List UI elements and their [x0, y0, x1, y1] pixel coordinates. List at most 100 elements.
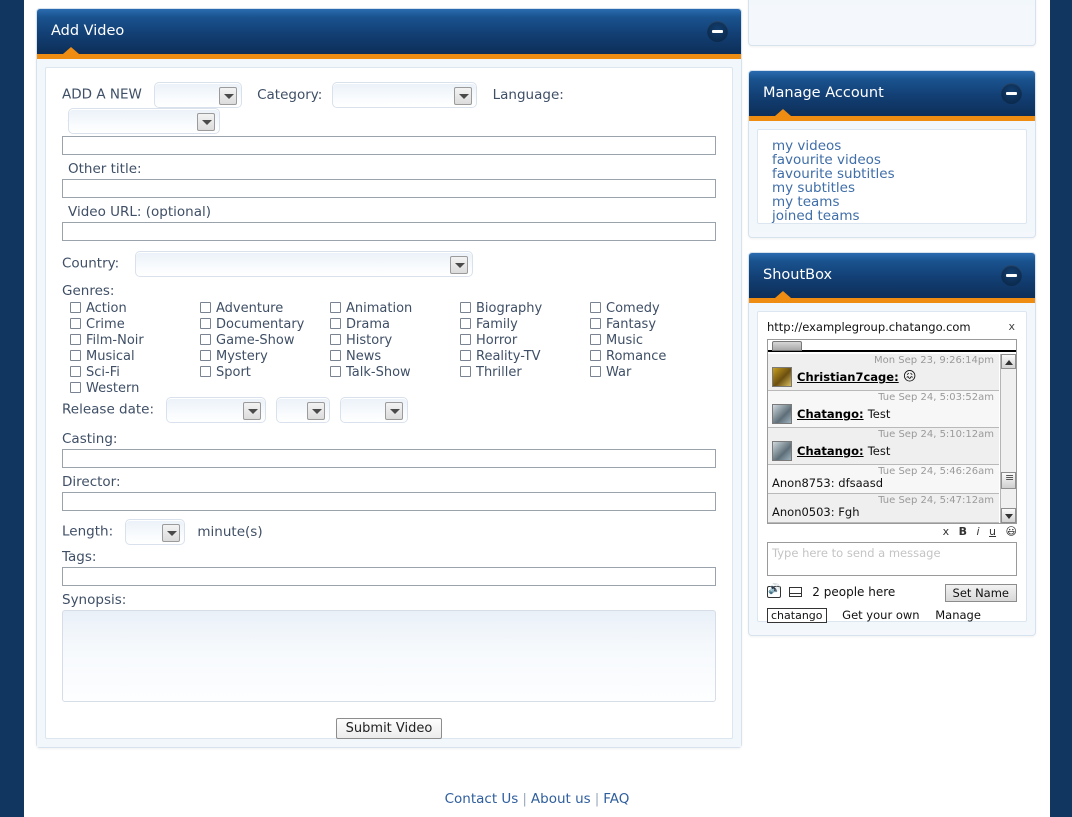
- tags-input[interactable]: [62, 567, 716, 586]
- genre-option[interactable]: Documentary: [200, 317, 330, 332]
- checkbox-icon[interactable]: [460, 366, 471, 377]
- checkbox-icon[interactable]: [330, 334, 341, 345]
- speaker-icon[interactable]: [767, 586, 781, 598]
- emoji-icon[interactable]: 😃: [1006, 525, 1017, 538]
- checkbox-icon[interactable]: [200, 366, 211, 377]
- checkbox-icon[interactable]: [590, 350, 601, 361]
- release-year-select[interactable]: [340, 397, 408, 423]
- casting-input[interactable]: [62, 449, 716, 468]
- chat-message-input[interactable]: [767, 542, 1017, 576]
- manage-link-favourite-videos[interactable]: favourite videos: [772, 153, 1026, 167]
- scroll-down-icon[interactable]: [1001, 508, 1016, 523]
- message-username[interactable]: Chatango:: [797, 407, 864, 421]
- genre-option[interactable]: Action: [70, 301, 198, 316]
- checkbox-icon[interactable]: [590, 366, 601, 377]
- genre-option[interactable]: Adventure: [200, 301, 330, 316]
- checkbox-icon[interactable]: [330, 302, 341, 313]
- manage-link-my-subtitles[interactable]: my subtitles: [772, 181, 1026, 195]
- genre-option[interactable]: Fantasy: [590, 317, 710, 332]
- checkbox-icon[interactable]: [70, 350, 81, 361]
- checkbox-icon[interactable]: [70, 334, 81, 345]
- underline-button[interactable]: u: [989, 525, 996, 538]
- genre-option[interactable]: War: [590, 365, 710, 380]
- close-icon[interactable]: x: [1008, 320, 1015, 333]
- genre-option[interactable]: Comedy: [590, 301, 710, 316]
- checkbox-icon[interactable]: [330, 366, 341, 377]
- genre-option[interactable]: Drama: [330, 317, 456, 332]
- checkbox-icon[interactable]: [330, 350, 341, 361]
- bold-button[interactable]: B: [959, 525, 967, 538]
- genre-option[interactable]: News: [330, 349, 456, 364]
- genre-option[interactable]: Biography: [460, 301, 584, 316]
- message-username[interactable]: Chatango:: [797, 444, 864, 458]
- checkbox-icon[interactable]: [70, 382, 81, 393]
- checkbox-icon[interactable]: [590, 302, 601, 313]
- checkbox-icon[interactable]: [70, 318, 81, 329]
- checkbox-icon[interactable]: [200, 302, 211, 313]
- category-select[interactable]: [332, 82, 477, 108]
- title-input[interactable]: [62, 136, 716, 155]
- checkbox-icon[interactable]: [200, 318, 211, 329]
- submit-video-button[interactable]: Submit Video: [336, 718, 443, 739]
- manage-link-my-teams[interactable]: my teams: [772, 195, 1026, 209]
- minimize-icon[interactable]: [1001, 83, 1022, 104]
- checkbox-icon[interactable]: [200, 334, 211, 345]
- genre-option[interactable]: Sport: [200, 365, 330, 380]
- genre-option[interactable]: Horror: [460, 333, 584, 348]
- genre-option[interactable]: Talk-Show: [330, 365, 456, 380]
- genre-option[interactable]: Mystery: [200, 349, 330, 364]
- genre-option[interactable]: Family: [460, 317, 584, 332]
- checkbox-icon[interactable]: [590, 318, 601, 329]
- scrollbar-thumb[interactable]: [1001, 472, 1016, 489]
- genre-option[interactable]: Musical: [70, 349, 198, 364]
- manage-link-favourite-subtitles[interactable]: favourite subtitles: [772, 167, 1026, 181]
- checkbox-icon[interactable]: [70, 366, 81, 377]
- checkbox-icon[interactable]: [590, 334, 601, 345]
- minimize-icon[interactable]: [1001, 265, 1022, 286]
- footer-link-faq[interactable]: FAQ: [603, 791, 629, 807]
- clear-format-button[interactable]: x: [943, 525, 950, 538]
- director-input[interactable]: [62, 492, 716, 511]
- chat-scrollbar[interactable]: [1000, 354, 1016, 523]
- footer-link-contact-us[interactable]: Contact Us: [445, 791, 519, 807]
- genre-option[interactable]: Music: [590, 333, 710, 348]
- checkbox-icon[interactable]: [460, 302, 471, 313]
- length-select[interactable]: [125, 519, 185, 545]
- genre-option[interactable]: Sci-Fi: [70, 365, 198, 380]
- chatango-logo[interactable]: chatango: [767, 608, 827, 623]
- chat-tab[interactable]: [772, 341, 802, 351]
- video-url-input[interactable]: [62, 222, 716, 241]
- genre-option[interactable]: Thriller: [460, 365, 584, 380]
- genre-option[interactable]: Romance: [590, 349, 710, 364]
- genre-option[interactable]: Western: [70, 381, 198, 396]
- manage-link[interactable]: Manage: [935, 608, 981, 622]
- other-title-input[interactable]: [62, 179, 716, 198]
- country-select[interactable]: [135, 251, 473, 277]
- message-username[interactable]: Christian7cage:: [797, 370, 899, 384]
- genre-option[interactable]: Game-Show: [200, 333, 330, 348]
- genre-option[interactable]: Reality-TV: [460, 349, 584, 364]
- manage-link-my-videos[interactable]: my videos: [772, 139, 1026, 153]
- checkbox-icon[interactable]: [330, 318, 341, 329]
- synopsis-textarea[interactable]: [62, 610, 716, 702]
- checkbox-icon[interactable]: [70, 302, 81, 313]
- envelope-icon[interactable]: [789, 587, 802, 597]
- minimize-icon[interactable]: [707, 21, 728, 42]
- checkbox-icon[interactable]: [200, 350, 211, 361]
- manage-link-joined-teams[interactable]: joined teams: [772, 209, 1026, 223]
- footer-link-about-us[interactable]: About us: [531, 791, 591, 807]
- scroll-up-icon[interactable]: [1001, 354, 1016, 369]
- genre-option[interactable]: History: [330, 333, 456, 348]
- release-month-select[interactable]: [276, 397, 330, 423]
- get-your-own-link[interactable]: Get your own: [842, 608, 919, 622]
- genre-option[interactable]: Crime: [70, 317, 198, 332]
- language-select[interactable]: [68, 108, 220, 134]
- release-day-select[interactable]: [166, 397, 266, 423]
- genre-option[interactable]: Film-Noir: [70, 333, 198, 348]
- genre-option[interactable]: Animation: [330, 301, 456, 316]
- set-name-button[interactable]: Set Name: [945, 584, 1017, 602]
- checkbox-icon[interactable]: [460, 318, 471, 329]
- type-select[interactable]: [154, 82, 242, 108]
- italic-button[interactable]: i: [976, 525, 979, 538]
- checkbox-icon[interactable]: [460, 350, 471, 361]
